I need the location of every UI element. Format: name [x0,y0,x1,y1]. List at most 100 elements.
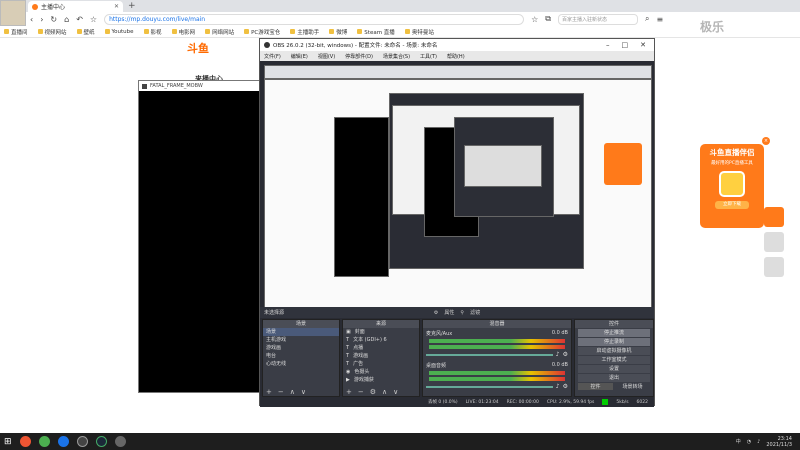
gear-icon[interactable]: ⚙ [370,388,376,396]
undo-icon[interactable]: ↶ [76,15,83,24]
windows-start-icon[interactable]: ⊞ [4,437,12,447]
move-up-icon[interactable]: ∧ [290,388,295,396]
gear-icon[interactable]: ⚙ [563,383,568,390]
maximize-icon[interactable]: □ [622,41,629,49]
bookmark-item[interactable]: 直播间 [4,28,28,36]
studio-mode-button[interactable]: 工作室模式 [578,356,650,364]
bookmark-item[interactable]: 壁纸 [76,28,95,36]
qr-code-icon[interactable] [764,257,784,277]
move-up-icon[interactable]: ∧ [382,388,387,396]
source-item[interactable]: ▶ 游戏捕获 [343,376,419,384]
tab-controls[interactable]: 控件 [578,383,613,390]
minimize-icon[interactable]: – [606,41,610,49]
remove-icon[interactable]: − [278,388,284,396]
stop-streaming-button[interactable]: 停止推流 [578,329,650,337]
settings-button[interactable]: 设置 [578,365,650,373]
menu-icon[interactable]: ≡ [656,15,663,24]
virtual-camera-button[interactable]: 启动虚拟摄像机 [578,347,650,355]
add-icon[interactable]: + [346,388,352,396]
menu-scene-collection[interactable]: 场景集合(S) [383,53,410,60]
game-window[interactable]: FATAL_FRAME_MOBW [138,80,268,393]
scene-item[interactable]: 电台 [263,352,339,360]
source-item[interactable]: ▣ 封面 [343,328,419,336]
home-icon[interactable]: ⌂ [64,15,69,24]
bookmark-item[interactable]: 网络网站 [205,28,234,36]
filter-icon[interactable]: ⚲ [460,310,464,316]
tab-transitions[interactable]: 场景转场 [615,383,650,390]
source-item[interactable]: T 点播 [343,344,419,352]
bookmark-item[interactable]: PC游戏宝仓 [244,28,280,36]
play-icon[interactable] [764,207,784,227]
speaker-icon[interactable]: ♪ [556,383,560,390]
douyu-logo[interactable]: 斗鱼 [187,40,227,58]
ime-indicator[interactable]: 中 [736,438,741,445]
exit-button[interactable]: 退出 [578,374,650,382]
profile-avatar[interactable] [0,0,26,26]
folder-icon [205,29,211,34]
bookmark-item[interactable]: 主播助手 [290,28,319,36]
app-douyu-icon[interactable] [19,436,31,447]
tab-close-icon[interactable]: ✕ [114,3,119,10]
source-item[interactable]: T 游戏画 [343,352,419,360]
search-icon[interactable]: ⌕ [645,14,649,24]
bookmark-item[interactable]: 视频网站 [37,28,67,36]
source-item[interactable]: T 广告 [343,360,419,368]
address-bar[interactable]: https://mp.douyu.com/live/main [104,13,525,25]
network-icon[interactable]: ◔ [747,439,751,445]
chrome-icon[interactable] [38,436,50,447]
volume-slider[interactable] [426,353,553,356]
star-icon[interactable]: ☆ [531,15,538,24]
track-db: 0.0 dB [551,330,568,336]
bookmark-item[interactable]: 电影网 [171,28,195,36]
promo-card[interactable]: 斗鱼直播伴侣 最好用的PC直播工具 立即下载 [700,144,764,228]
folder-icon [76,29,82,34]
refresh-icon[interactable]: ↻ [50,15,57,24]
steam-icon[interactable] [95,436,107,447]
forward-icon[interactable]: › [40,15,43,24]
gear-icon[interactable]: ⚙ [434,310,438,316]
gear-icon[interactable]: ⚙ [563,351,568,358]
move-down-icon[interactable]: ∨ [301,388,306,396]
scene-item[interactable]: 心动无线 [263,360,339,368]
scene-item[interactable]: 主机游戏 [263,336,339,344]
back-icon[interactable]: ‹ [30,15,33,24]
bookmark-item[interactable]: 影视 [143,28,162,36]
game-icon[interactable] [114,436,126,447]
speaker-icon[interactable]: ♪ [556,351,560,358]
extension-icon[interactable]: ⧉ [545,14,551,24]
filters-button[interactable]: 滤镜 [470,309,480,316]
properties-button[interactable]: 属性 [444,309,454,316]
close-icon[interactable]: ✕ [640,41,646,49]
clock[interactable]: 23:14 2021/11/3 [766,436,792,448]
move-down-icon[interactable]: ∨ [393,388,398,396]
menu-help[interactable]: 帮助(H) [447,53,465,60]
scene-item[interactable]: 场景 [263,328,339,336]
menu-edit[interactable]: 编辑(E) [291,53,308,60]
bookmark-star-icon[interactable]: ☆ [90,15,97,24]
promo-close-icon[interactable]: × [762,137,770,145]
source-item[interactable]: ◉ 色摄头 [343,368,419,376]
download-button[interactable]: 立即下载 [715,201,749,209]
volume-icon[interactable]: ♪ [757,439,760,445]
new-tab-button[interactable]: + [128,1,136,11]
home-icon[interactable] [764,232,784,252]
menu-file[interactable]: 文件(F) [264,53,281,60]
menu-docks[interactable]: 停靠部件(D) [345,53,373,60]
source-item[interactable]: T 文本 (GDI+) 6 [343,336,419,344]
obs-icon[interactable] [76,436,88,447]
obs-preview[interactable] [264,65,652,312]
add-icon[interactable]: + [266,388,272,396]
menu-tools[interactable]: 工具(T) [420,53,437,60]
bookmark-item[interactable]: 奥特曼站 [404,28,434,36]
volume-slider[interactable] [426,385,553,388]
edge-icon[interactable] [57,436,69,447]
bookmark-item[interactable]: Youtube [104,29,134,35]
scene-item[interactable]: 游戏画 [263,344,339,352]
stop-recording-button[interactable]: 停止录制 [578,338,650,346]
search-box[interactable]: 百家主播入驻新状态 [557,13,638,25]
menu-view[interactable]: 视图(V) [318,53,335,60]
browser-tab[interactable]: 主播中心 ✕ [28,1,123,12]
bookmark-item[interactable]: 微博 [329,28,347,36]
bookmark-item[interactable]: Steam 直播 [357,28,395,36]
remove-icon[interactable]: − [358,388,364,396]
